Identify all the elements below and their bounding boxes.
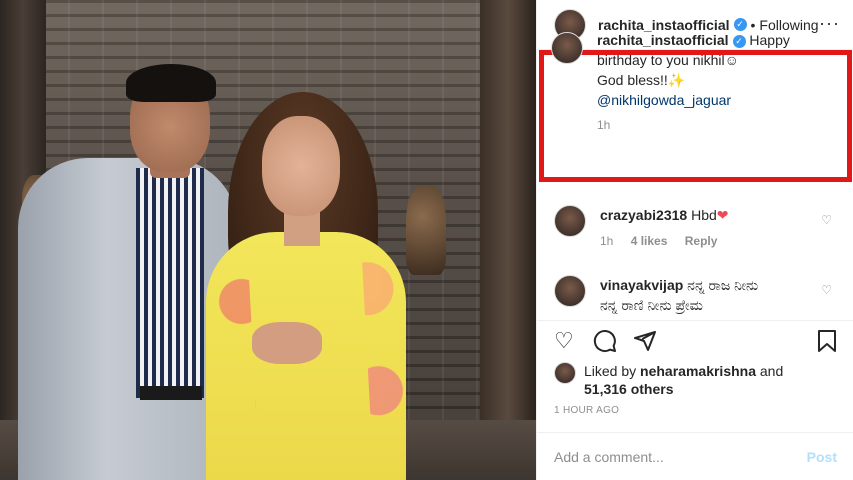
comment-bubble-icon[interactable] [593,329,617,358]
commenter-username[interactable]: vinayakvijap [600,277,683,293]
red-heart-emoji-icon: ❤ [716,207,729,223]
comment-body: vinayakvijap ನನ್ನ ರಾಜ ನೀನು ನನ್ನ ರಾಣಿ ನೀನ… [600,275,758,315]
post-photo[interactable] [0,0,536,480]
add-comment-bar: Post [537,432,853,480]
liked-by-summary: Liked by neharamakrishna and 51,316 othe… [554,362,783,398]
like-heart-icon[interactable]: ♡ [554,329,574,353]
caption-time: 1h [597,118,611,132]
caption-line-2: God bless!! [597,72,668,88]
like-comment-heart-icon[interactable]: ♡ [821,283,832,297]
comment-text: Hbd [691,207,717,223]
caption-username[interactable]: rachita_instaofficial [597,32,729,48]
commenter-avatar[interactable] [554,205,586,237]
liked-by-prefix: Liked by [584,363,637,379]
share-send-icon[interactable] [633,329,657,358]
liked-by-text: Liked by neharamakrishna and 51,316 othe… [584,362,783,398]
post-caption: rachita_instaofficial ✓ Happy birthday to… [551,30,831,110]
commenter-avatar[interactable] [554,275,586,307]
comment-body: crazyabi2318 Hbd❤ 1h 4 likes Reply [600,205,731,251]
post-timestamp[interactable]: 1 HOUR AGO [554,405,619,416]
post-comment-button[interactable]: Post [807,449,837,465]
comment-time[interactable]: 1h [600,234,613,248]
post-side-panel: rachita_instaofficial ✓ • Following ··· … [536,0,853,480]
comment-meta: 1h 4 likes Reply [600,231,731,251]
photo-man-shirt [136,168,204,398]
sparkle-emoji-icon: ✨ [667,72,686,88]
photo-pillar-right [480,0,536,480]
comment-text: ನನ್ನ ರಾಜ ನೀನು [687,277,759,293]
photo-man-hair [126,64,216,102]
comment-text-line-2: ನನ್ನ ರಾಣಿ ನೀನು ಪ್ರೇಮ [600,297,703,313]
photo-woman-face [262,116,340,216]
caption-avatar[interactable] [551,32,583,64]
likes-count[interactable]: 51,316 others [584,381,674,397]
smile-emoji-icon: ☺ [724,52,739,68]
verified-badge-icon: ✓ [732,34,746,48]
liker-avatar[interactable] [554,362,576,384]
save-bookmark-icon[interactable] [816,329,838,358]
post-action-bar: ♡ [537,320,853,364]
comment-likes[interactable]: 4 likes [631,234,668,248]
liker-username[interactable]: neharamakrishna [640,363,756,379]
like-comment-heart-icon[interactable]: ♡ [821,213,832,227]
liked-by-connector: and [759,363,784,379]
caption-text: rachita_instaofficial ✓ Happy birthday to… [597,30,831,110]
photo-man-belt [140,386,202,400]
photo-woman-hands [252,322,322,364]
commenter-username[interactable]: crazyabi2318 [600,207,687,223]
comment-item: vinayakvijap ನನ್ನ ರಾಜ ನೀನು ನನ್ನ ರಾಣಿ ನೀನ… [554,275,844,315]
comment-item: crazyabi2318 Hbd❤ 1h 4 likes Reply ♡ [554,205,844,251]
reply-button[interactable]: Reply [685,234,718,248]
add-comment-input[interactable] [554,448,807,465]
caption-mention-link[interactable]: @nikhilgowda_jaguar [597,90,831,110]
